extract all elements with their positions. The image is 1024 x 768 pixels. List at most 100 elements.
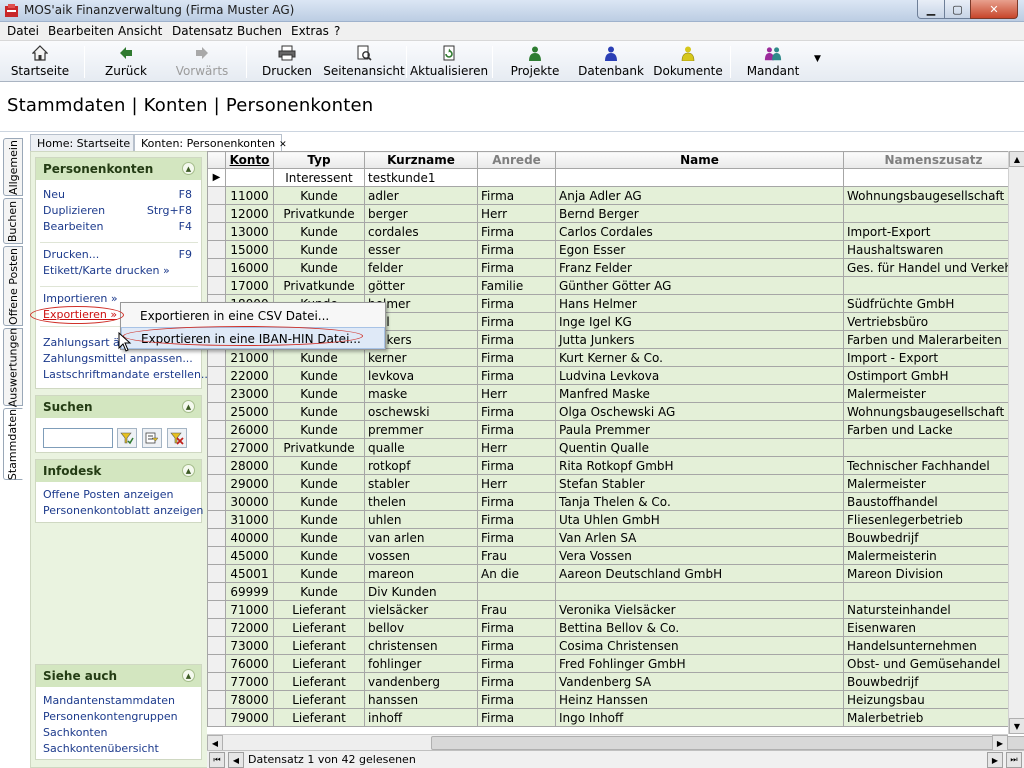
cell-typ[interactable]: Kunde: [273, 474, 365, 493]
cell-typ[interactable]: Privatkunde: [273, 276, 365, 295]
row-selector[interactable]: [207, 276, 226, 295]
cell-kurzname[interactable]: christensen: [364, 636, 478, 655]
row-selector[interactable]: [207, 546, 226, 565]
cell-konto[interactable]: 40000: [225, 528, 274, 547]
cell-name[interactable]: Egon Esser: [555, 240, 844, 259]
cell-typ[interactable]: Lieferant: [273, 636, 365, 655]
table-row[interactable]: 30000 Kunde thelen Firma Tanja Thelen & Co. B…: [207, 492, 1024, 511]
cell-kurzname[interactable]: inhoff: [364, 708, 478, 727]
cell-konto[interactable]: 79000: [225, 708, 274, 727]
cell-anrede[interactable]: Herr: [477, 384, 556, 403]
header-konto[interactable]: Konto: [225, 151, 274, 169]
cell-konto[interactable]: 28000: [225, 456, 274, 475]
link-sachkontenuebersicht[interactable]: Sachkontenübersicht: [43, 742, 159, 755]
link-mandantenstammdaten[interactable]: Mandantenstammdaten: [43, 694, 175, 707]
row-selector[interactable]: [207, 510, 226, 529]
table-row[interactable]: 13000 Kunde cordales Firma Carlos Cordales Im…: [207, 222, 1024, 241]
scroll-up-icon[interactable]: ▲: [1009, 151, 1024, 167]
scroll-right-icon[interactable]: ▶: [992, 735, 1008, 751]
row-selector[interactable]: [207, 222, 226, 241]
cell-name[interactable]: Quentin Qualle: [555, 438, 844, 457]
cell-name[interactable]: Ingo Inhoff: [555, 708, 844, 727]
row-selector[interactable]: [207, 384, 226, 403]
cell-namenszusatz[interactable]: Natursteinhandel: [843, 600, 1024, 619]
cell-typ[interactable]: Kunde: [273, 402, 365, 421]
cell-anrede[interactable]: Firma: [477, 186, 556, 205]
table-row[interactable]: 40000 Kunde van arlen Firma Van Arlen SA Bouw…: [207, 528, 1024, 547]
cell-anrede[interactable]: Herr: [477, 204, 556, 223]
cell-kurzname[interactable]: thelen: [364, 492, 478, 511]
table-row[interactable]: 77000 Lieferant vandenberg Firma Vandenberg …: [207, 672, 1024, 691]
cell-typ[interactable]: Kunde: [273, 456, 365, 475]
cell-anrede[interactable]: Firma: [477, 690, 556, 709]
menu-bearbeiten[interactable]: Bearbeiten: [48, 24, 114, 38]
cell-anrede[interactable]: Firma: [477, 528, 556, 547]
last-record-icon[interactable]: ⏭: [1006, 752, 1022, 768]
cell-name[interactable]: Franz Felder: [555, 258, 844, 277]
filter-list-icon[interactable]: [142, 428, 162, 448]
cell-name[interactable]: Cosima Christensen: [555, 636, 844, 655]
link-etikett-drucken[interactable]: Etikett/Karte drucken »: [43, 264, 170, 277]
header-name[interactable]: Name: [555, 151, 844, 169]
cell-anrede[interactable]: [477, 582, 556, 601]
cell-namenszusatz[interactable]: Heizungsbau: [843, 690, 1024, 709]
row-selector[interactable]: [207, 582, 226, 601]
row-selector[interactable]: [207, 654, 226, 673]
cell-konto[interactable]: 73000: [225, 636, 274, 655]
cell-kurzname[interactable]: götter: [364, 276, 478, 295]
cell-namenszusatz[interactable]: [843, 582, 1024, 601]
cell-anrede[interactable]: Frau: [477, 600, 556, 619]
cell-name[interactable]: Inge Igel KG: [555, 312, 844, 331]
row-selector[interactable]: [207, 474, 226, 493]
drucken-button[interactable]: Drucken: [262, 44, 312, 80]
cell-konto[interactable]: 31000: [225, 510, 274, 529]
cell-name[interactable]: Vandenberg SA: [555, 672, 844, 691]
table-row[interactable]: 12000 Privatkunde berger Herr Bernd Berger: [207, 204, 1024, 223]
cell-anrede[interactable]: Firma: [477, 258, 556, 277]
cell-typ[interactable]: Kunde: [273, 510, 365, 529]
cell-namenszusatz[interactable]: Malermeisterin: [843, 546, 1024, 565]
cell-typ[interactable]: Privatkunde: [273, 438, 365, 457]
table-row[interactable]: 73000 Lieferant christensen Firma Cosima Chr…: [207, 636, 1024, 655]
link-neu[interactable]: Neu: [43, 188, 65, 201]
first-record-icon[interactable]: ⏮: [209, 752, 225, 768]
cell-name[interactable]: Aareon Deutschland GmbH: [555, 564, 844, 583]
link-kontoblatt[interactable]: Personenkontoblatt anzeigen: [43, 504, 203, 517]
cell-konto[interactable]: [225, 168, 274, 187]
table-row[interactable]: 45001 Kunde mareon An die Aareon Deutschland…: [207, 564, 1024, 583]
row-selector[interactable]: [207, 258, 226, 277]
table-row[interactable]: 26000 Kunde premmer Firma Paula Premmer Farbe…: [207, 420, 1024, 439]
cell-anrede[interactable]: Firma: [477, 330, 556, 349]
cell-anrede[interactable]: Firma: [477, 402, 556, 421]
cell-kurzname[interactable]: vielsäcker: [364, 600, 478, 619]
row-selector[interactable]: [207, 366, 226, 385]
header-anrede[interactable]: Anrede: [477, 151, 556, 169]
cell-kurzname[interactable]: qualle: [364, 438, 478, 457]
filter-search-icon[interactable]: [117, 428, 137, 448]
collapse-icon[interactable]: ▲: [182, 464, 195, 477]
cell-konto[interactable]: 11000: [225, 186, 274, 205]
cell-namenszusatz[interactable]: Baustoffhandel: [843, 492, 1024, 511]
cell-kurzname[interactable]: Div Kunden: [364, 582, 478, 601]
projekte-button[interactable]: Projekte: [510, 44, 560, 80]
cell-konto[interactable]: 15000: [225, 240, 274, 259]
cell-konto[interactable]: 25000: [225, 402, 274, 421]
cell-anrede[interactable]: Firma: [477, 456, 556, 475]
header-kurzname[interactable]: Kurzname: [364, 151, 478, 169]
cell-kurzname[interactable]: premmer: [364, 420, 478, 439]
cell-namenszusatz[interactable]: Südfrüchte GmbH: [843, 294, 1024, 313]
cell-typ[interactable]: Kunde: [273, 240, 365, 259]
row-selector[interactable]: [207, 204, 226, 223]
cell-konto[interactable]: 45001: [225, 564, 274, 583]
cell-kurzname[interactable]: rotkopf: [364, 456, 478, 475]
close-icon[interactable]: ✕: [279, 140, 287, 150]
link-bearbeiten[interactable]: Bearbeiten: [43, 220, 103, 233]
cell-konto[interactable]: 29000: [225, 474, 274, 493]
cell-namenszusatz[interactable]: [843, 204, 1024, 223]
cell-namenszusatz[interactable]: Farben und Malerarbeiten: [843, 330, 1024, 349]
cell-typ[interactable]: Lieferant: [273, 672, 365, 691]
minimize-button[interactable]: ▁: [917, 0, 945, 19]
cell-kurzname[interactable]: uhlen: [364, 510, 478, 529]
cell-anrede[interactable]: Firma: [477, 654, 556, 673]
row-selector[interactable]: [207, 348, 226, 367]
